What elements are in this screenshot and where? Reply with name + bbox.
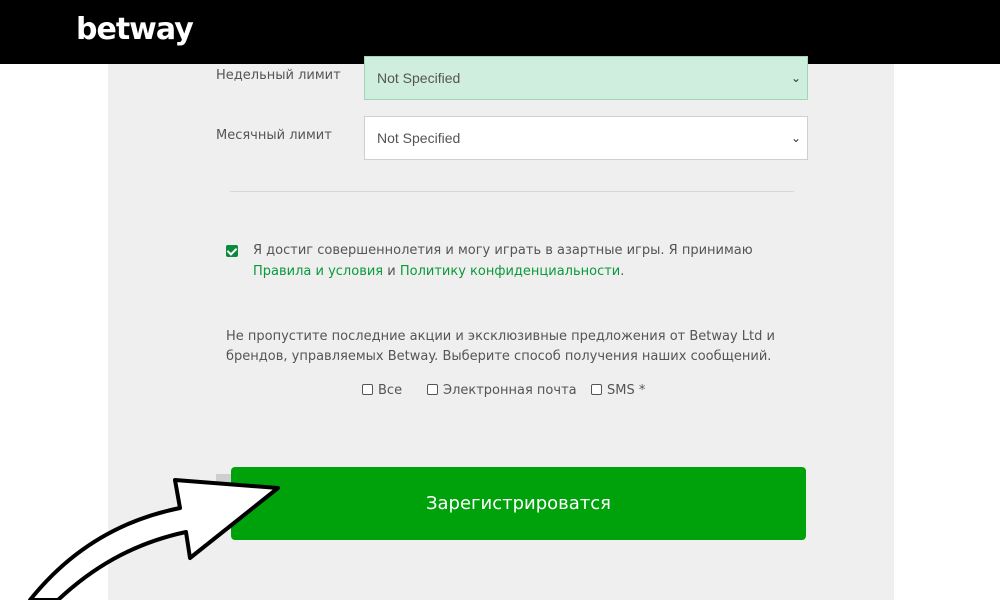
- channel-sms-label: SMS *: [607, 383, 646, 398]
- weekly-limit-label: Недельный лимит: [216, 68, 341, 83]
- channel-all-checkbox[interactable]: [362, 384, 373, 395]
- betway-logo[interactable]: betway: [76, 12, 194, 48]
- divider: [230, 191, 794, 192]
- channel-all-label: Все: [378, 383, 403, 398]
- monthly-limit-value: Not Specified: [377, 130, 461, 146]
- channel-sms-checkbox[interactable]: [591, 384, 602, 395]
- channel-email-checkbox[interactable]: [427, 384, 438, 395]
- marketing-text: Не пропустите последние акции и эксклюзи…: [226, 329, 775, 364]
- age-consent-checkbox[interactable]: [226, 245, 238, 257]
- top-bar: betway: [0, 0, 1000, 64]
- register-button[interactable]: Зарегистрироватся: [231, 467, 806, 540]
- weekly-limit-value: Not Specified: [377, 70, 461, 86]
- age-consent-text: Я достиг совершеннолетия и могу играть в…: [253, 240, 793, 282]
- chevron-down-icon: ⌄: [790, 71, 801, 85]
- consent-text: Я достиг совершеннолетия и могу играть в…: [253, 243, 753, 258]
- channel-all-option[interactable]: Все: [362, 383, 402, 398]
- consent-and-text: и: [383, 264, 400, 279]
- terms-link[interactable]: Правила и условия: [253, 264, 383, 279]
- channel-email-option[interactable]: Электронная почта: [427, 383, 577, 398]
- weekly-limit-select[interactable]: Not Specified ⌄: [364, 56, 808, 100]
- consent-period: .: [620, 264, 625, 279]
- channel-sms-option[interactable]: SMS *: [591, 383, 645, 398]
- chevron-down-icon: ⌄: [790, 131, 801, 145]
- page-background: [894, 64, 1000, 600]
- channel-email-label: Электронная почта: [443, 383, 577, 398]
- monthly-limit-select[interactable]: Not Specified ⌄: [364, 116, 808, 160]
- privacy-link[interactable]: Политику конфиденциальности: [400, 264, 620, 279]
- curved-arrow-icon: [28, 478, 280, 600]
- monthly-limit-label: Месячный лимит: [216, 128, 332, 143]
